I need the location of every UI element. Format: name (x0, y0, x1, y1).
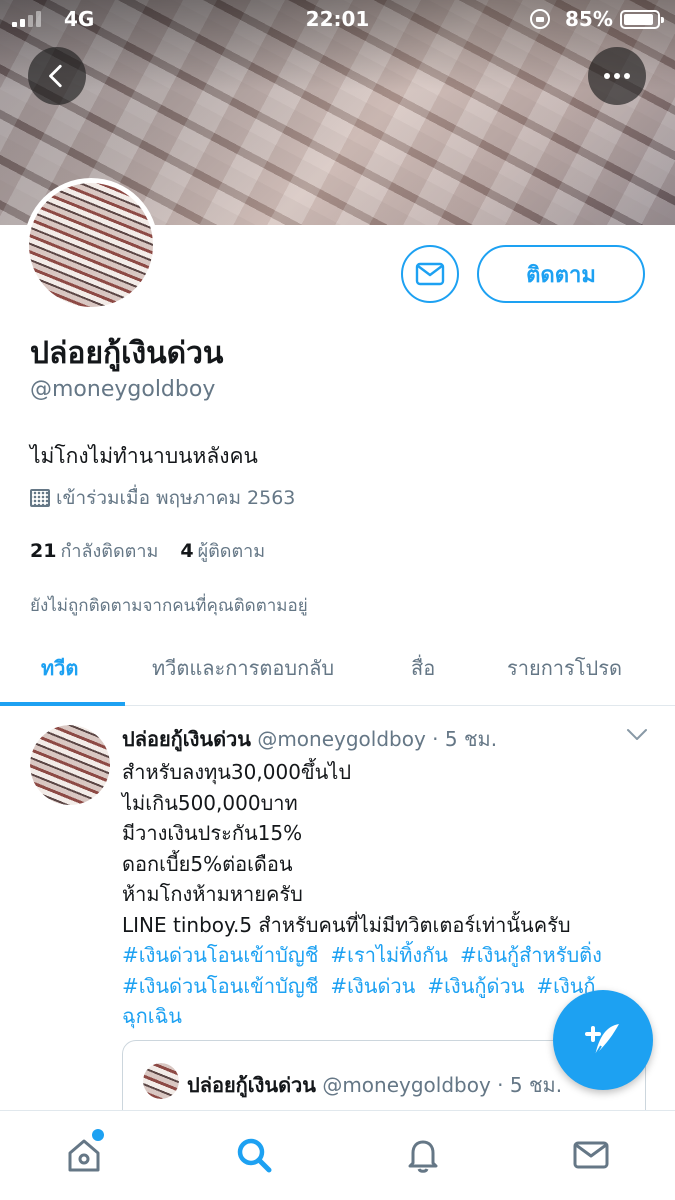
avatar-image (29, 183, 153, 307)
calendar-icon (30, 489, 50, 507)
follow-counts: 21 กำลังติดตาม 4 ผู้ติดตาม (30, 536, 265, 565)
orientation-lock-icon (530, 9, 550, 29)
battery-icon (620, 10, 664, 29)
followers-label: ผู้ติดตาม (197, 541, 266, 562)
nav-messages[interactable] (569, 1133, 613, 1177)
tweet-avatar[interactable] (30, 725, 110, 805)
envelope-icon (573, 1141, 609, 1169)
nav-notifications[interactable] (401, 1133, 445, 1177)
hashtag-row: #เงินด่วนโอนเข้าบัญชี #เราไม่ทิ้งกัน #เงิน… (122, 940, 652, 971)
follow-button[interactable]: ติดตาม (477, 245, 645, 303)
hashtag-link[interactable]: #เงินด่วนโอนเข้าบัญชี (122, 943, 318, 967)
followers-count: 4 (180, 540, 194, 562)
search-icon (237, 1138, 272, 1173)
following-link[interactable]: 21 กำลังติดตาม (30, 536, 158, 565)
hashtag-link[interactable]: #เราไม่ทิ้งกัน (330, 943, 448, 967)
tweet-line: มีวางเงินประกัน15% (122, 821, 303, 845)
tweet-line: ห้ามโกงห้ามหายครับ (122, 882, 303, 906)
tab-media[interactable]: สื่อ (411, 652, 435, 684)
profile-display-name: ปล่อยกู้เงินด่วน (30, 336, 224, 371)
tweet-author-name[interactable]: ปล่อยกู้เงินด่วน (122, 727, 251, 751)
joined-date: เข้าร่วมเมื่อ พฤษภาคม 2563 (30, 483, 295, 513)
hashtag-link[interactable]: #เงินกู้ด่วน (427, 974, 524, 998)
hashtag-link-continued[interactable]: ฉุกเฉิน (122, 1004, 182, 1028)
tab-tweets[interactable]: ทวีต (41, 652, 78, 684)
followed-by-note: ยังไม่ถูกติดตามจากคนที่คุณติดตามอยู่ (30, 596, 308, 616)
chevron-left-icon (49, 64, 62, 88)
compose-feather-icon (585, 1024, 619, 1057)
tweet-header: ปล่อยกู้เงินด่วน @moneygoldboy · 5 ชม. (122, 723, 497, 755)
tweet-line: สำหรับลงทุน30,000ขึ้นไป (122, 760, 352, 784)
hashtag-link[interactable]: #เงินด่วน (330, 974, 415, 998)
tweet-line: ดอกเบี้ย5%ต่อเดือน (122, 851, 293, 876)
hashtag-row: #เงินด่วนโอนเข้าบัญชี #เงินด่วน #เงินกู้ด่… (122, 971, 652, 1002)
tweet-avatar-image (30, 725, 110, 805)
status-bar: 4G 22:01 85% (0, 0, 675, 40)
tab-likes[interactable]: รายการโปรด (507, 652, 622, 684)
joined-text: เข้าร่วมเมื่อ พฤษภาคม 2563 (56, 487, 296, 509)
following-label: กำลังติดตาม (60, 541, 159, 562)
profile-bio: ไม่โกงไม่ทำนาบนหลังคน (30, 444, 258, 468)
profile-handle: @moneygoldboy (30, 377, 216, 402)
chevron-down-icon[interactable] (626, 728, 648, 742)
tweet-meta: @moneygoldboy · 5 ชม. (257, 727, 498, 751)
tweet-line: LINE tinboy.5 สำหรับคนที่ไม่มีทวิตเตอร์เ… (122, 912, 571, 937)
home-unread-dot (92, 1129, 104, 1141)
compose-tweet-button[interactable] (553, 990, 653, 1090)
quoted-meta: @moneygoldboy · 5 ชม. (322, 1073, 563, 1097)
home-icon (68, 1139, 100, 1172)
tweet-line: ไม่เกิน500,000บาท (122, 790, 298, 815)
tab-tweets-and-replies[interactable]: ทวีตและการตอบกลับ (152, 652, 334, 684)
tweet-text: สำหรับลงทุน30,000ขึ้นไป ไม่เกิน500,000บา… (122, 757, 652, 1032)
profile-avatar[interactable] (24, 178, 158, 312)
bottom-navigation (0, 1110, 675, 1200)
back-button[interactable] (28, 47, 86, 105)
battery-percent: 85% (565, 7, 613, 31)
quoted-header: ปล่อยกู้เงินด่วน @moneygoldboy · 5 ชม. (187, 1069, 562, 1101)
message-button[interactable] (401, 245, 459, 303)
hashtag-link[interactable]: #เงินกู้สำหรับติ่ง (460, 943, 602, 967)
bell-icon (408, 1140, 438, 1173)
quoted-avatar-image (143, 1063, 179, 1099)
quoted-author-name: ปล่อยกู้เงินด่วน (187, 1073, 316, 1097)
hashtag-link[interactable]: #เงินด่วนโอนเข้าบัญชี (122, 974, 318, 998)
more-horizontal-icon (604, 73, 630, 79)
followers-link[interactable]: 4 ผู้ติดตาม (180, 536, 265, 565)
envelope-icon (415, 262, 445, 286)
nav-search[interactable] (232, 1133, 276, 1177)
active-tab-indicator (0, 702, 125, 706)
profile-tabs: ทวีต ทวีตและการตอบกลับ สื่อ รายการโปรด (0, 630, 675, 706)
following-count: 21 (30, 540, 57, 562)
quoted-avatar (143, 1063, 179, 1099)
more-options-button[interactable] (588, 47, 646, 105)
